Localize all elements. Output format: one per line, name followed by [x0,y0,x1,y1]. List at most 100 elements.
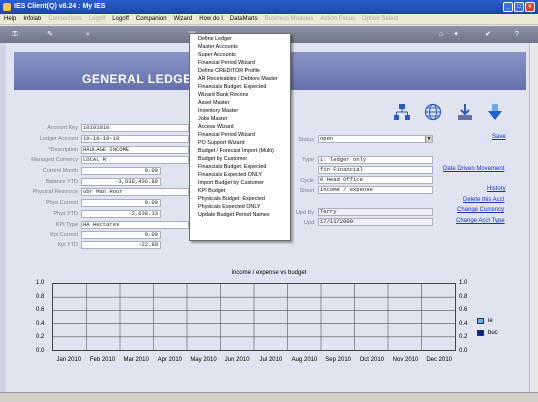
dropdown-item-18[interactable]: Import Budget by Customer [190,179,290,187]
dropdown-item-0[interactable]: Define Ledger [190,35,290,43]
dropdown-item-16[interactable]: Financials Budget: Expected [190,163,290,171]
menu-item-help[interactable]: Help [4,16,16,22]
x-tick-9: Oct 2010 [359,357,384,363]
vertical-scrollbar[interactable] [529,43,538,392]
managed-currency-field[interactable]: LOCAL R [81,156,189,164]
dropdown-item-9[interactable]: Inventory Master [190,107,290,115]
description-field[interactable]: HAULAGE INCOME [81,146,189,154]
balance-ytd-label: Balance YTD [45,179,78,185]
close-button[interactable]: × [525,2,535,12]
x-tick-11: Dec 2010 [426,357,452,363]
datamarts-dropdown-menu: Define Ledger Master Accounts Super Accoun… [189,33,291,241]
check-icon[interactable]: ✔ [483,30,493,39]
dropdown-item-3[interactable]: Financial Period Wizard [190,59,290,67]
wrench-icon[interactable]: ✎ [45,30,55,39]
x-tick-10: Nov 2010 [392,357,419,363]
physical-resource-label: Physical Resource [32,189,78,195]
menu-item-logoff: Logoff [88,16,106,22]
legend-swatch-buc [477,330,484,336]
title-bar: IES Client(Q) v8.24 : My IES _ □ × [0,0,538,14]
dropdown-item-15[interactable]: Budget by Customer [190,155,290,163]
ledger-account-field[interactable]: 10-10-10-10 [81,135,189,143]
x-tick-0: Jan 2010 [56,357,82,363]
x-tick-3: Apr 2010 [157,357,182,363]
menu-bar: Help Infolab Connections Logoff Logoff Compan… [0,14,538,25]
dropdown-item-6[interactable]: Financials Budget: Expected [190,83,290,91]
home-icon[interactable]: ⌂ [436,30,446,39]
y-tick-right-1: 0.8 [459,293,468,300]
menu-item-datamarts[interactable]: DataMarts [230,16,258,22]
menu-item-wizard[interactable]: Wizard [174,16,193,22]
kpi-current-field: 0.00 [81,231,161,239]
y-tick-left-5: 0.0 [36,348,45,354]
tools-icon[interactable]: ✦ [451,30,461,39]
chart-title: income / expense vs budget [231,270,307,276]
x-tick-1: Feb 2010 [89,357,116,363]
menu-item-logoff[interactable]: Logoff [112,16,129,22]
dropdown-item-12[interactable]: Financial Period Wizard [190,131,290,139]
upd-by-field: Terry [318,208,433,216]
delete-account-link[interactable]: Delete this Acct [463,197,504,203]
maximize-button[interactable]: □ [514,2,524,12]
date-driven-movement-link[interactable]: Date Driven Movement [443,166,504,172]
dropdown-item-19[interactable]: KPI Budget [190,187,290,195]
history-link[interactable]: History [487,186,506,192]
menu-item-infolab[interactable]: Infolab [23,16,41,22]
left-strip [0,43,6,392]
dropdown-item-11[interactable]: Access Wizard [190,123,290,131]
menu-item-how-do-i[interactable]: How do I [199,16,223,22]
import-arrow-icon[interactable] [486,103,504,121]
change-currency-link[interactable]: Change Currency [457,207,504,213]
type-field: 1: ledger only [318,156,433,164]
dropdown-item-22[interactable]: Update Budget Period Names [190,211,290,219]
change-account-type-link[interactable]: Change Acct Type [456,218,505,224]
dropdown-item-13[interactable]: PO Support Wizard [190,139,290,147]
y-tick-left-0: 1.0 [36,280,45,286]
window-controls: _ □ × [503,2,535,12]
description-label: *Description [48,147,78,153]
window-title: IES Client(Q) v8.24 : My IES [14,3,106,10]
x-tick-2: Mar 2010 [123,357,149,363]
legend-swatch-ie [477,318,484,324]
download-icon[interactable] [456,103,474,121]
dropdown-item-5[interactable]: AR Receivables / Debtors Master [190,75,290,83]
dropdown-item-10[interactable]: Jobs Master [190,115,290,123]
dropdown-item-4[interactable]: Define CREDITOR Profile [190,67,290,75]
dropdown-item-7[interactable]: Wizard Bank Recons [190,91,290,99]
chart-grid [53,284,455,350]
dropdown-item-2[interactable]: Super Accounts [190,51,290,59]
physical-resource-field[interactable]: ubr Man Hour [81,188,189,196]
globe-icon[interactable] [424,103,442,121]
x-tick-7: Aug 2010 [291,357,318,363]
current-month-label: Current Month [42,168,78,174]
legend-label-ie: ie [488,318,493,324]
save-link[interactable]: Save [492,134,506,140]
dropdown-item-21[interactable]: Physicals Expected ONLY [190,203,290,211]
x-tick-6: Jul 2010 [259,357,283,363]
account-key-label: Account Key [47,125,78,131]
group-field: fin Financial [318,166,433,174]
phys-current-label: Phys Current [45,200,78,206]
status-select[interactable]: open ▼ [318,135,433,143]
dropdown-item-20[interactable]: Physicals Budget: Expected [190,195,290,203]
dropdown-item-1[interactable]: Master Accounts [190,43,290,51]
menu-item-action-focus: Action Focus [320,16,355,22]
menu-item-companion[interactable]: Companion [136,16,167,22]
dropdown-item-14[interactable]: Budget / Forecast Import (Multi) [190,147,290,155]
y-tick-right-5: 0.0 [459,348,468,354]
dropdown-item-17[interactable]: Financials Expected ONLY [190,171,290,179]
dropdown-item-8[interactable]: Asset Master [190,99,290,107]
kpi-type-field[interactable]: HA Hectares [81,221,189,229]
account-key-field[interactable]: 10101010 [81,124,189,132]
help-icon[interactable]: ? [512,30,522,39]
balance-ytd-field: -3,638,436.89 [81,178,161,186]
chevron-down-icon[interactable]: ▼ [425,136,432,142]
phys-current-field: 0.00 [81,199,161,207]
key-icon[interactable]: ⚿ [10,30,20,39]
search-icon[interactable]: ⌕ [83,30,93,39]
managed-currency-label: Managed Currency [31,157,78,163]
chart-plot-area [52,283,456,351]
page-title: GENERAL LEDGER [82,72,201,86]
hierarchy-icon[interactable] [393,103,411,121]
minimize-button[interactable]: _ [503,2,513,12]
